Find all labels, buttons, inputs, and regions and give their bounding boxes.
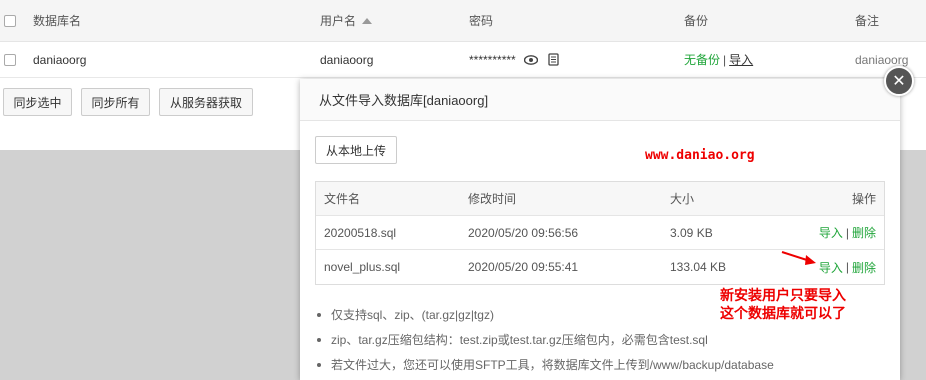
file-size: 133.04 KB bbox=[670, 260, 727, 274]
col-header-ops: 操作 bbox=[851, 192, 876, 206]
import-link[interactable]: 导入 bbox=[729, 51, 753, 68]
delete-file-link[interactable]: 删除 bbox=[852, 224, 876, 241]
col-header-mtime: 修改时间 bbox=[468, 192, 517, 206]
row-checkbox[interactable] bbox=[4, 42, 16, 77]
file-ops: 导入 | 删除 bbox=[819, 250, 876, 284]
watermark: www.daniao.org bbox=[645, 148, 755, 163]
col-header-password: 密码 bbox=[469, 14, 494, 28]
table-row: daniaoorg daniaoorg ********** 无备份 | 导入 … bbox=[0, 42, 926, 78]
col-header-user-label: 用户名 bbox=[320, 14, 357, 28]
file-mtime: 2020/05/20 09:56:56 bbox=[468, 225, 579, 240]
separator: | bbox=[723, 52, 727, 67]
file-name: novel_plus.sql bbox=[324, 260, 401, 274]
file-ops: 导入 | 删除 bbox=[819, 216, 876, 249]
eye-icon[interactable] bbox=[523, 54, 538, 65]
col-header-size: 大小 bbox=[670, 192, 695, 206]
fetch-from-server-button[interactable]: 从服务器获取 bbox=[159, 88, 253, 116]
annotation-line: 这个数据库就可以了 bbox=[720, 305, 846, 321]
file-mtime: 2020/05/20 09:55:41 bbox=[468, 260, 579, 274]
close-dialog-button[interactable]: ✕ bbox=[884, 66, 914, 96]
table-header: 数据库名 用户名 密码 备份 备注 bbox=[0, 0, 926, 42]
col-header-backup: 备份 bbox=[684, 14, 709, 28]
col-header-user[interactable]: 用户名 bbox=[320, 0, 373, 41]
delete-file-link[interactable]: 删除 bbox=[852, 259, 876, 276]
backup-status: 无备份 bbox=[684, 53, 721, 67]
db-password: ********** bbox=[469, 52, 516, 67]
tip-item: 若文件过大，您还可以使用SFTP工具，将数据库文件上传到/www/backup/… bbox=[316, 352, 774, 377]
table-row: 20200518.sql 2020/05/20 09:56:56 3.09 KB… bbox=[316, 216, 884, 250]
db-password-cell: ********** bbox=[469, 42, 559, 77]
file-table: 文件名 修改时间 大小 操作 20200518.sql 2020/05/20 0… bbox=[315, 181, 885, 285]
tip-item: 仅支持sql、zip、(tar.gz|gz|tgz) bbox=[316, 302, 774, 327]
db-name: daniaoorg bbox=[33, 52, 87, 67]
file-table-header: 文件名 修改时间 大小 操作 bbox=[316, 182, 884, 216]
col-header-name[interactable]: 数据库名 bbox=[33, 0, 81, 41]
annotation-line: 新安装用户只要导入 bbox=[720, 287, 846, 303]
db-user: daniaoorg bbox=[320, 52, 374, 67]
annotation-arrow-icon bbox=[781, 251, 816, 265]
tip-item: zip、tar.gz压缩包结构：test.zip或test.tar.gz压缩包内… bbox=[316, 327, 774, 352]
import-file-link[interactable]: 导入 bbox=[819, 259, 843, 276]
col-header-filename: 文件名 bbox=[324, 192, 361, 206]
upload-from-local-button[interactable]: 从本地上传 bbox=[315, 136, 397, 164]
sync-selected-button[interactable]: 同步选中 bbox=[3, 88, 72, 116]
tips-list: 仅支持sql、zip、(tar.gz|gz|tgz) zip、tar.gz压缩包… bbox=[316, 302, 774, 377]
copy-icon[interactable] bbox=[548, 53, 559, 66]
sync-all-button[interactable]: 同步所有 bbox=[81, 88, 150, 116]
import-file-link[interactable]: 导入 bbox=[819, 224, 843, 241]
sort-asc-icon bbox=[362, 17, 373, 24]
file-name: 20200518.sql bbox=[324, 225, 397, 240]
db-backup-cell: 无备份 | 导入 bbox=[684, 42, 753, 77]
dialog-title: 从文件导入数据库[daniaoorg] bbox=[300, 79, 900, 121]
import-database-dialog: 从文件导入数据库[daniaoorg] 从本地上传 www.daniao.org… bbox=[300, 79, 900, 380]
file-size: 3.09 KB bbox=[670, 225, 713, 240]
col-header-remark: 备注 bbox=[855, 14, 880, 28]
select-all-checkbox[interactable] bbox=[4, 0, 16, 41]
close-icon: ✕ bbox=[892, 73, 906, 90]
annotation-text: 新安装用户只要导入 这个数据库就可以了 bbox=[720, 286, 846, 322]
separator: | bbox=[845, 225, 849, 240]
separator: | bbox=[845, 260, 849, 274]
